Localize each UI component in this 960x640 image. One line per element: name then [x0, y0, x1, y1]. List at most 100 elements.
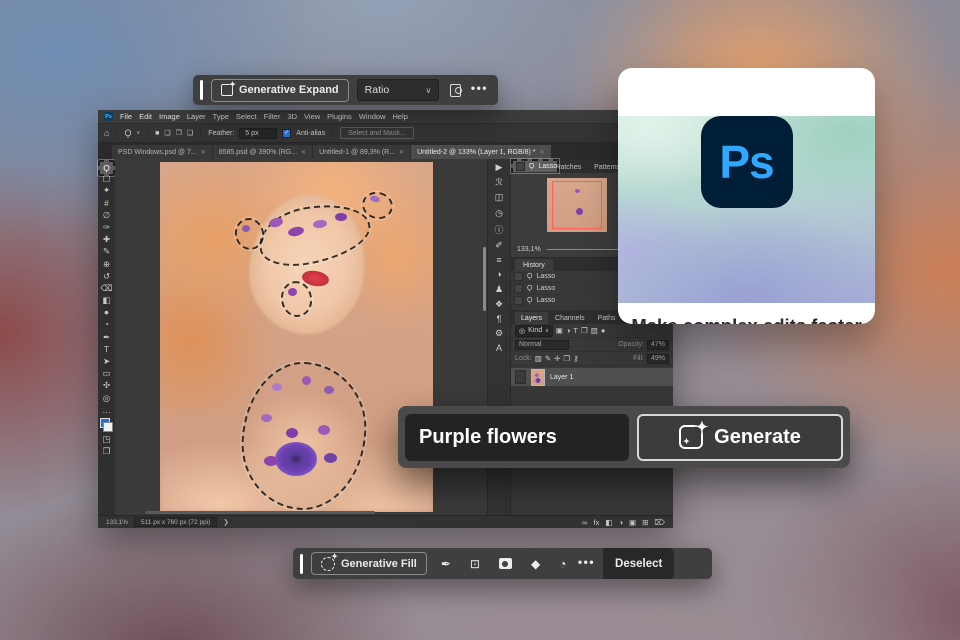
generative-expand-button[interactable]: Generative Expand: [211, 78, 349, 102]
zoom-tool[interactable]: ◎: [100, 392, 113, 404]
lock-position-icon[interactable]: ✛: [554, 354, 560, 363]
layer-name[interactable]: Layer 1: [550, 374, 573, 381]
lock-pixels-icon[interactable]: ✎: [545, 354, 551, 363]
path-select-tool[interactable]: ➤: [100, 355, 113, 367]
shapes-panel-icon[interactable]: ❖: [495, 299, 503, 310]
selection-mode-intersect-icon[interactable]: ❑: [187, 129, 193, 137]
document-tab[interactable]: 8585.psd @ 390% (RG... ✕: [212, 145, 313, 159]
filter-pixel-icon[interactable]: ▣: [556, 326, 563, 335]
lock-artboard-icon[interactable]: ❐: [563, 354, 570, 363]
navigator-viewbox[interactable]: [552, 181, 602, 229]
ratio-dropdown[interactable]: Ratio ∨: [356, 79, 440, 101]
layer-visibility-toggle[interactable]: [515, 370, 526, 384]
tab-paths[interactable]: Paths: [592, 312, 622, 324]
hand-tool[interactable]: ✣: [100, 379, 113, 391]
selection-mode-new-icon[interactable]: ■: [155, 130, 159, 137]
blur-tool[interactable]: ●: [100, 306, 113, 318]
lasso-tool-icon[interactable]: Ϙ: [124, 128, 131, 138]
home-icon[interactable]: ⌂: [104, 128, 109, 138]
delete-layer-icon[interactable]: ⌦: [654, 518, 665, 527]
menu-window[interactable]: Window: [359, 112, 386, 121]
status-arrow-icon[interactable]: ❯: [223, 518, 228, 526]
clone-source-panel-icon[interactable]: ♟: [495, 284, 503, 295]
color-swatches[interactable]: [100, 417, 113, 432]
eyedropper-tool[interactable]: ✑: [100, 221, 113, 233]
history-source-box[interactable]: [514, 296, 523, 305]
layer-row-selected[interactable]: Layer 1: [511, 368, 673, 386]
layer-mask-icon[interactable]: ◧: [605, 518, 612, 527]
prompt-input[interactable]: Purple flowers: [405, 413, 629, 461]
menu-edit[interactable]: Edit: [139, 112, 152, 121]
quick-mask-button[interactable]: ◳: [100, 433, 113, 445]
close-icon[interactable]: ✕: [539, 149, 544, 156]
settings-panel-icon[interactable]: ⚙: [495, 328, 503, 339]
actions-panel-icon[interactable]: ▶: [496, 162, 503, 173]
pen-tool[interactable]: ✒: [100, 331, 113, 343]
clone-stamp-tool[interactable]: ⊕: [100, 258, 113, 270]
horizontal-scrollbar[interactable]: [144, 511, 376, 514]
feather-input[interactable]: 5 px: [239, 127, 278, 139]
layer-effects-icon[interactable]: fx: [594, 518, 600, 527]
select-and-mask-button[interactable]: Select and Mask...: [340, 127, 414, 139]
chevron-down-icon[interactable]: ∨: [136, 130, 140, 136]
tab-layers[interactable]: Layers: [515, 312, 549, 324]
layer-filter-kind[interactable]: ◎ Kind ∨: [515, 324, 553, 337]
link-layers-icon[interactable]: ∞: [582, 518, 587, 527]
type-tool[interactable]: T: [100, 343, 113, 355]
menu-plugins[interactable]: Plugins: [327, 112, 352, 121]
brush-icon[interactable]: ✒: [441, 557, 451, 571]
new-layer-icon[interactable]: ⊞: [642, 518, 648, 527]
selection-mode-add-icon[interactable]: ❏: [164, 129, 170, 137]
zoom-level[interactable]: 133,1%: [106, 519, 128, 526]
brush-settings-panel-icon[interactable]: ✐: [495, 240, 503, 251]
history-source-box[interactable]: [516, 162, 525, 171]
adjustment-icon[interactable]: ◔: [559, 557, 566, 571]
background-color-swatch[interactable]: [103, 421, 113, 432]
glyphs-panel-icon[interactable]: ℛ: [495, 177, 502, 188]
gradient-tool[interactable]: ◧: [100, 294, 113, 306]
menu-layer[interactable]: Layer: [187, 112, 206, 121]
menu-image[interactable]: Image: [159, 112, 180, 121]
close-icon[interactable]: ✕: [399, 149, 404, 156]
filter-toggle-icon[interactable]: ●: [601, 326, 606, 335]
navigator-zoom-value[interactable]: 133,1%: [517, 246, 541, 253]
vertical-scrollbar[interactable]: [483, 247, 486, 311]
filter-shape-icon[interactable]: ❐: [581, 326, 588, 335]
toolbar-grip[interactable]: [300, 553, 303, 574]
info-panel-icon[interactable]: ⓘ: [494, 223, 503, 236]
portrait-photo[interactable]: [160, 162, 433, 512]
more-tools[interactable]: …: [100, 404, 113, 416]
crop-tool[interactable]: #: [100, 197, 113, 209]
adjustment-layer-icon[interactable]: ◑: [618, 518, 623, 527]
adjustments-panel-icon[interactable]: ◑: [496, 269, 501, 279]
deselect-button[interactable]: Deselect: [603, 548, 675, 579]
menu-type[interactable]: Type: [213, 112, 229, 121]
healing-brush-tool[interactable]: ✚: [100, 233, 113, 245]
close-icon[interactable]: ✕: [301, 149, 306, 156]
tab-history[interactable]: History: [515, 259, 553, 271]
libraries-panel-icon[interactable]: ◫: [495, 192, 504, 203]
menu-select[interactable]: Select: [236, 112, 257, 121]
menu-help[interactable]: Help: [392, 112, 407, 121]
shape-tool[interactable]: ▭: [100, 367, 113, 379]
tab-channels[interactable]: Channels: [549, 312, 591, 324]
paint-bucket-icon[interactable]: ◆: [531, 557, 540, 571]
document-tab[interactable]: PSD Windows.psd @ 7... ✕: [112, 145, 212, 159]
selection-mode-subtract-icon[interactable]: ❐: [176, 129, 182, 137]
object-selection-tool[interactable]: ✦: [100, 184, 113, 196]
tool-presets-panel-icon[interactable]: ≡: [496, 255, 501, 265]
select-subject-icon[interactable]: ⊡: [470, 557, 480, 571]
antialias-checkbox[interactable]: ✓: [282, 128, 292, 138]
layer-group-icon[interactable]: ▣: [629, 518, 636, 527]
brush-tool[interactable]: ✎: [100, 245, 113, 257]
dodge-tool[interactable]: ◔: [100, 318, 113, 330]
menu-view[interactable]: View: [304, 112, 320, 121]
menu-3d[interactable]: 3D: [287, 112, 297, 121]
eraser-tool[interactable]: ⌫: [100, 282, 113, 294]
paragraph-panel-icon[interactable]: ¶: [497, 314, 502, 324]
screen-mode-button[interactable]: ❐: [100, 445, 113, 457]
frame-tool[interactable]: ∅: [100, 209, 113, 221]
camera-icon[interactable]: [450, 83, 463, 97]
lasso-tool-selected[interactable]: Ϙ: [98, 160, 115, 177]
lock-transparency-icon[interactable]: ▨: [535, 354, 542, 363]
